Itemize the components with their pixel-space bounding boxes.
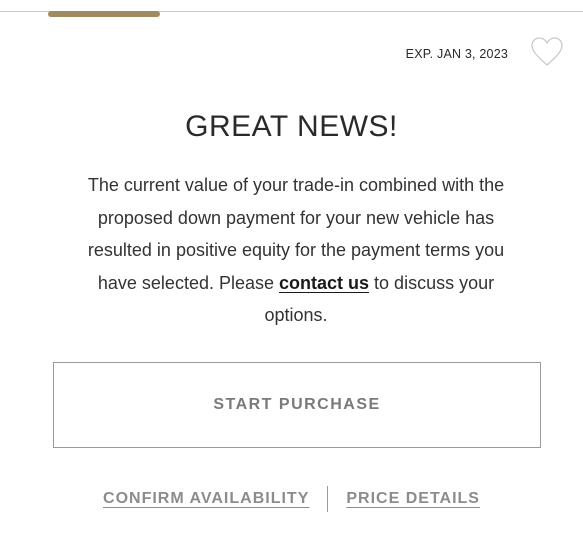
- expiry-date: EXP. JAN 3, 2023: [405, 47, 508, 61]
- equity-message: The current value of your trade-in combi…: [66, 169, 526, 332]
- link-divider: [327, 486, 329, 512]
- active-indicator-bar: [48, 11, 160, 17]
- start-purchase-button[interactable]: START PURCHASE: [53, 362, 541, 448]
- confirm-availability-link[interactable]: CONFIRM AVAILABILITY: [103, 490, 309, 508]
- headline: GREAT NEWS!: [185, 110, 398, 143]
- contact-us-link[interactable]: contact us: [279, 273, 369, 293]
- price-details-link[interactable]: PRICE DETAILS: [346, 490, 480, 508]
- heart-icon[interactable]: [530, 36, 564, 68]
- secondary-actions: CONFIRM AVAILABILITY PRICE DETAILS: [0, 486, 583, 512]
